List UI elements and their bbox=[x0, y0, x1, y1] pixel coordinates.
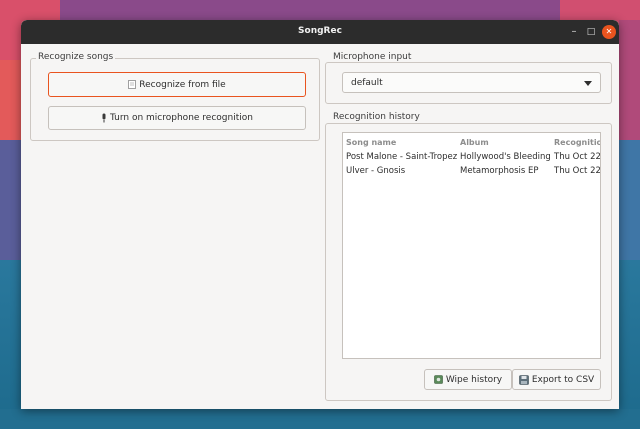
column-header-album[interactable]: Album bbox=[460, 138, 489, 147]
microphone-recognition-label: Turn on microphone recognition bbox=[110, 113, 253, 123]
wipe-history-button[interactable]: Wipe history bbox=[424, 369, 512, 390]
export-csv-button[interactable]: Export to CSV bbox=[512, 369, 601, 390]
recognition-date-cell: Thu Oct 22 bbox=[554, 152, 601, 162]
wipe-history-label: Wipe history bbox=[445, 374, 503, 385]
wipe-icon bbox=[434, 375, 443, 384]
column-header-song-name[interactable]: Song name bbox=[346, 138, 396, 147]
microphone-recognition-button[interactable]: Turn on microphone recognition bbox=[48, 106, 306, 130]
microphone-device-value: default bbox=[351, 78, 383, 88]
export-csv-label: Export to CSV bbox=[531, 374, 595, 385]
album-cell: Hollywood's Bleeding bbox=[460, 152, 551, 162]
song-name-cell: Ulver - Gnosis bbox=[346, 166, 406, 176]
minimize-icon: – bbox=[571, 26, 577, 37]
songrec-window: SongRec – □ ✕ Recognize songs Recognize … bbox=[21, 20, 619, 409]
recognition-history-label: Recognition history bbox=[331, 112, 422, 122]
album-cell: Metamorphosis EP bbox=[460, 166, 539, 176]
recognize-songs-label: Recognize songs bbox=[36, 52, 116, 62]
maximize-icon: □ bbox=[586, 27, 596, 37]
title-bar[interactable]: SongRec – □ ✕ bbox=[21, 20, 619, 44]
recognition-date-cell: Thu Oct 22 bbox=[554, 166, 601, 176]
document-icon bbox=[128, 80, 137, 89]
recognize-from-file-button[interactable]: Recognize from file bbox=[48, 72, 306, 97]
recognition-history-table[interactable]: Song name Album Recognitio Post Malone -… bbox=[342, 132, 601, 359]
microphone-input-label: Microphone input bbox=[331, 52, 414, 62]
close-button[interactable]: ✕ bbox=[602, 25, 616, 39]
maximize-button[interactable]: □ bbox=[584, 25, 598, 39]
dropdown-arrow-icon bbox=[584, 81, 592, 86]
save-icon bbox=[519, 374, 529, 385]
window-title: SongRec bbox=[298, 26, 342, 36]
close-icon: ✕ bbox=[605, 27, 613, 36]
column-header-recognition[interactable]: Recognitio bbox=[554, 138, 600, 147]
minimize-button[interactable]: – bbox=[567, 25, 581, 39]
microphone-icon bbox=[102, 113, 106, 123]
recognize-from-file-label: Recognize from file bbox=[139, 79, 226, 90]
song-name-cell: Post Malone - Saint-Tropez bbox=[346, 152, 458, 162]
microphone-device-select[interactable]: default bbox=[342, 72, 601, 93]
